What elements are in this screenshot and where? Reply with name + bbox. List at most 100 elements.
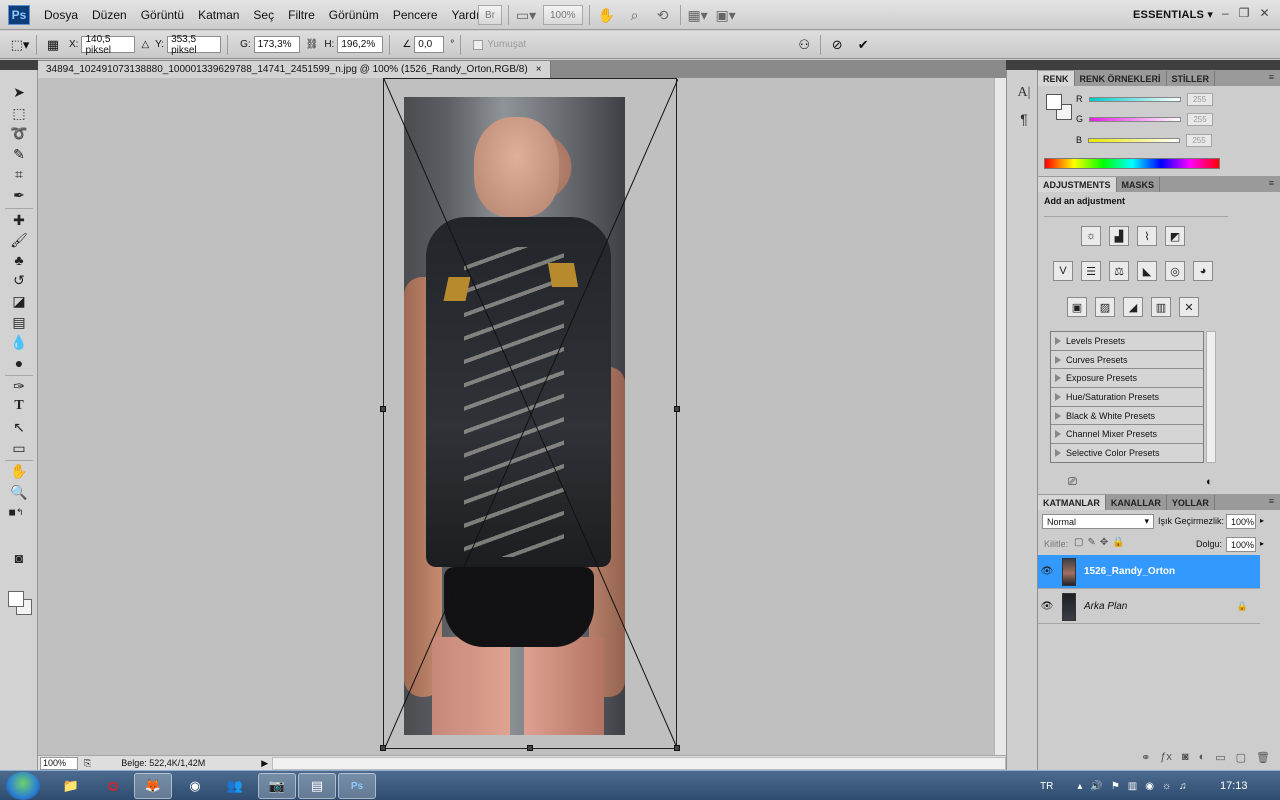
menu-gorunum[interactable]: Görünüm [329,8,379,22]
default-colors-icon[interactable]: ◼↰ [6,502,26,522]
cancel-transform-icon[interactable]: ⊘ [827,35,847,55]
panel-menu-icon[interactable]: ≡ [1269,178,1274,188]
menu-filtre[interactable]: Filtre [288,8,315,22]
notepad-icon[interactable]: ▤ [298,773,336,799]
black-white-icon[interactable]: ◣ [1137,261,1157,281]
transform-handle-left[interactable] [380,406,386,412]
restore-icon[interactable]: ❐ [1239,6,1250,20]
photo-filter-icon[interactable]: ◎ [1165,261,1185,281]
levels-icon[interactable]: ▟ [1109,226,1129,246]
layer-row-randy-orton[interactable]: 👁 1526_Randy_Orton [1038,555,1260,589]
posterize-icon[interactable]: ▨ [1095,297,1115,317]
warp-mode-icon[interactable]: ⚇ [794,35,814,55]
zoom-field[interactable]: 100% [40,756,78,770]
blur-tool-icon[interactable]: 💧 [9,332,29,352]
action-center-icon[interactable]: ⚑ [1111,781,1120,792]
tab-adjustments[interactable]: ADJUSTMENTS [1038,177,1117,192]
red-value[interactable]: 255 [1186,92,1213,106]
zoom-tool-icon[interactable]: 🔍 [9,482,29,502]
preset-black-white[interactable]: Black & White Presets [1051,407,1203,426]
zoom-level-select[interactable]: 100% [543,5,583,25]
vibrance-icon[interactable]: V [1053,261,1073,281]
rotation-angle-field[interactable]: 0,0 [414,36,445,53]
presets-scrollbar[interactable] [1206,331,1216,463]
rectangular-marquee-icon[interactable]: ⬚ [9,103,29,123]
crop-tool-icon[interactable]: ⌗ [9,164,29,184]
channel-mixer-icon[interactable]: ◕ [1193,261,1213,281]
preset-curves[interactable]: Curves Presets [1051,351,1203,370]
selective-color-icon[interactable]: ✕ [1179,297,1199,317]
reference-point-icon[interactable]: ▦ [43,35,63,55]
explorer-icon[interactable]: 📁 [52,773,90,799]
horizontal-scrollbar[interactable] [272,756,1006,770]
menu-sec[interactable]: Seç [253,8,274,22]
invert-icon[interactable]: ▣ [1067,297,1087,317]
hand-tool-icon[interactable]: ✋ [9,461,29,481]
menu-dosya[interactable]: Dosya [44,8,78,22]
extras-icon[interactable]: ▭▾ [515,5,537,25]
preset-hue-saturation[interactable]: Hue/Saturation Presets [1051,388,1203,407]
status-menu-arrow-icon[interactable]: ▶ [261,758,268,769]
visibility-eye-icon[interactable]: 👁 [1038,566,1056,577]
document-canvas[interactable] [38,78,994,755]
threshold-icon[interactable]: ◢ [1123,297,1143,317]
bridge-button[interactable]: Br [478,5,502,25]
history-brush-icon[interactable]: ↺ [9,270,29,290]
eraser-tool-icon[interactable]: ◪ [9,291,29,311]
firefox-icon[interactable]: 🦊 [134,773,172,799]
tab-masks[interactable]: MASKS [1117,177,1161,192]
minimize-icon[interactable]: – [1222,6,1229,20]
tab-renk-ornekleri[interactable]: RENK ÖRNEKLERİ [1075,71,1167,86]
opera-icon[interactable]: O [94,773,132,799]
blue-value[interactable]: 255 [1186,133,1213,147]
zoom-tool-icon[interactable]: ⌕ [624,5,646,25]
arrange-documents-icon[interactable]: ▦▾ [687,5,709,25]
preset-channel-mixer[interactable]: Channel Mixer Presets [1051,425,1203,445]
vertical-scrollbar[interactable] [994,78,1006,755]
tray-expand-icon[interactable]: ▴ [1077,781,1082,792]
pen-tool-icon[interactable]: ✑ [9,376,29,396]
hue-saturation-icon[interactable]: ☰ [1081,261,1101,281]
character-panel-icon[interactable]: A| [1015,84,1033,102]
quick-mask-icon[interactable]: ◙ [9,548,29,568]
tab-yollar[interactable]: YOLLAR [1167,495,1215,510]
menu-goruntu[interactable]: Görüntü [141,8,184,22]
brush-tool-icon[interactable]: 🖌 [9,230,29,250]
tray-app-icon[interactable]: ☼ [1162,781,1171,792]
tab-katmanlar[interactable]: KATMANLAR [1038,495,1106,510]
visibility-eye-icon[interactable]: 👁 [1038,601,1056,612]
chrome-icon[interactable]: ◉ [176,773,214,799]
new-layer-icon[interactable]: ▢ [1236,751,1246,764]
move-tool-icon[interactable]: ➤ [9,82,29,102]
delta-icon[interactable]: △ [141,39,149,50]
layer-style-icon[interactable]: ƒx [1160,751,1172,763]
start-button[interactable] [6,772,40,800]
preset-exposure[interactable]: Exposure Presets [1051,369,1203,389]
transform-tool-icon[interactable]: ⬚▾ [10,35,30,55]
width-scale-field[interactable]: 173,3% [253,36,300,53]
new-group-icon[interactable]: ▭ [1215,751,1225,764]
slider-red[interactable]: R 255 [1076,92,1213,106]
volume-icon[interactable]: 🔊 [1090,781,1102,792]
free-transform-bounding-box[interactable] [380,78,680,751]
dock-collapse-strip[interactable] [1006,60,1038,70]
curves-icon[interactable]: ⌇ [1137,226,1157,246]
delete-layer-icon[interactable]: 🗑 [1256,751,1270,764]
color-ramp[interactable] [1044,158,1220,169]
height-scale-field[interactable]: 196,2% [337,36,384,53]
rotate-view-icon[interactable]: ⟲ [652,5,674,25]
blend-mode-select[interactable]: Normal ▾ [1042,514,1154,529]
color-balance-icon[interactable]: ⚖ [1109,261,1129,281]
new-adjustment-layer-icon[interactable]: ◐ [1199,751,1206,763]
add-mask-icon[interactable]: ◙ [1182,751,1189,763]
gradient-tool-icon[interactable]: ▤ [9,312,29,332]
messenger-icon[interactable]: 👥 [216,773,254,799]
clip-to-layer-icon[interactable]: ⎚ [1068,476,1077,489]
antivirus-icon[interactable]: ◉ [1145,781,1154,792]
transform-handle-bottom-right[interactable] [674,745,680,751]
screen-mode-icon[interactable]: ▣▾ [715,5,737,25]
layer-row-arka-plan[interactable]: 👁 Arka Plan 🔒 [1038,590,1260,624]
workspace-switcher[interactable]: ESSENTIALS ▾ [1133,8,1213,21]
eyedropper-icon[interactable]: ✒ [9,185,29,205]
dodge-tool-icon[interactable]: ● [9,353,29,373]
